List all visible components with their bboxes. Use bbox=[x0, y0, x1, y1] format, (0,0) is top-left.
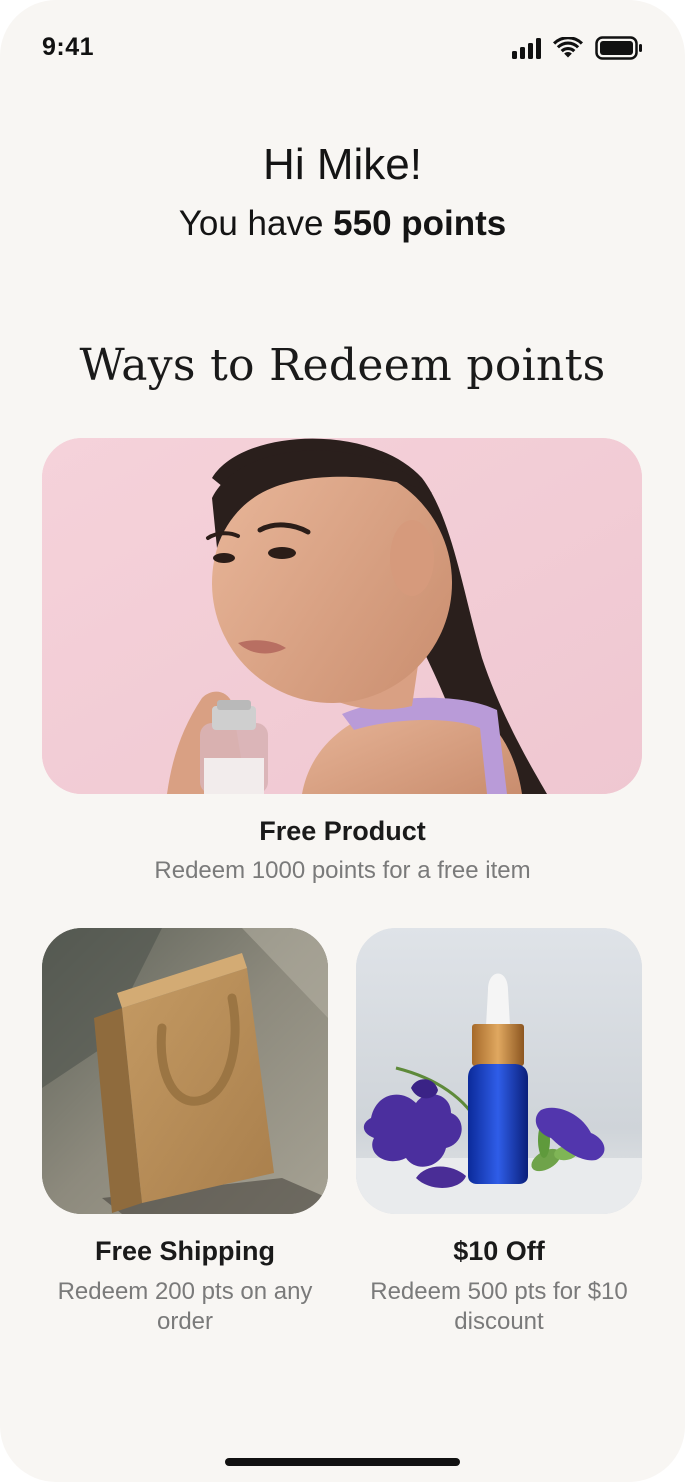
home-indicator[interactable] bbox=[225, 1458, 460, 1466]
free-shipping-image[interactable] bbox=[42, 928, 328, 1214]
ten-off-image[interactable] bbox=[356, 928, 642, 1214]
status-icons bbox=[512, 36, 643, 60]
status-time: 9:41 bbox=[42, 33, 95, 61]
battery-icon bbox=[595, 36, 643, 60]
paper-bag-photo bbox=[42, 928, 328, 1214]
status-bar: 9:41 bbox=[0, 0, 685, 100]
greeting-heading: Hi Mike! bbox=[263, 140, 422, 189]
phone-screen: 9:41 Hi Mike! You have 550 points Ways t… bbox=[0, 0, 685, 1482]
section-title: Ways to Redeem points bbox=[79, 340, 606, 391]
ten-off-description: Redeem 500 pts for $10 discount bbox=[370, 1278, 628, 1335]
points-value: 550 points bbox=[333, 204, 507, 243]
points-prefix: You have bbox=[178, 204, 324, 243]
free-shipping-title: Free Shipping bbox=[94, 1236, 275, 1266]
wifi-icon bbox=[553, 37, 583, 59]
serum-bottle-flowers-photo bbox=[356, 928, 642, 1214]
free-product-image[interactable] bbox=[42, 438, 642, 794]
woman-holding-bottle-photo bbox=[42, 438, 642, 794]
free-product-description: Redeem 1000 points for a free item bbox=[154, 857, 531, 884]
free-product-title: Free Product bbox=[259, 816, 426, 846]
ten-off-title: $10 Off bbox=[453, 1236, 545, 1266]
points-summary: You have 550 points bbox=[0, 204, 685, 244]
cellular-signal-icon bbox=[512, 37, 541, 59]
free-shipping-description: Redeem 200 pts on any order bbox=[57, 1278, 313, 1335]
